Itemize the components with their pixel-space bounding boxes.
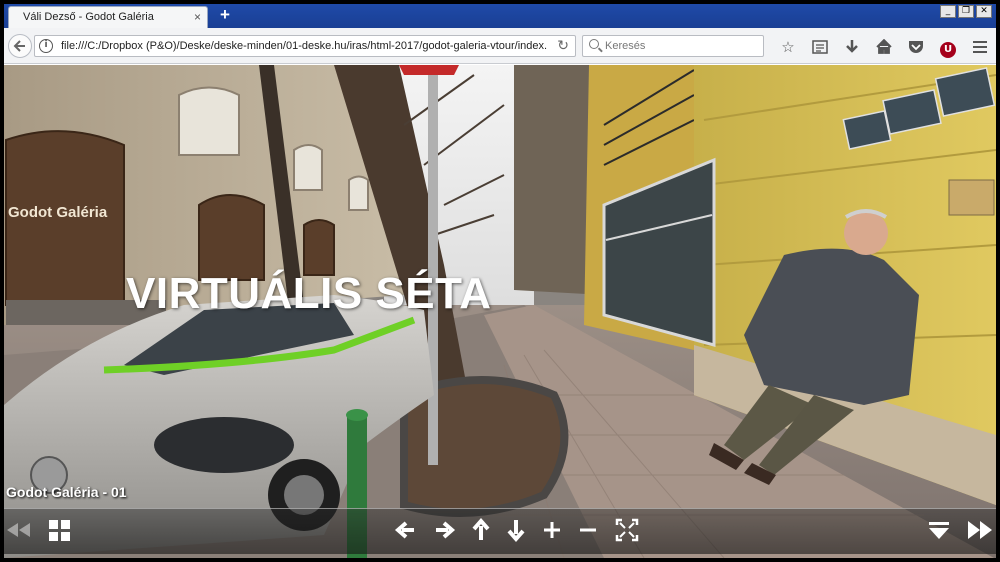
fullscreen-icon[interactable] bbox=[614, 515, 640, 545]
previous-scene-icon[interactable] bbox=[4, 515, 34, 545]
window-controls: _ ❐ ✕ bbox=[940, 5, 992, 18]
back-arrow-icon bbox=[13, 40, 25, 52]
tour-control-bar bbox=[4, 508, 996, 554]
search-input[interactable] bbox=[605, 38, 755, 54]
next-scene-icon[interactable] bbox=[964, 515, 996, 545]
search-bar[interactable] bbox=[582, 35, 764, 57]
zoom-out-icon[interactable] bbox=[576, 515, 600, 545]
pan-right-icon[interactable] bbox=[432, 515, 456, 545]
zoom-in-icon[interactable] bbox=[540, 515, 564, 545]
reload-icon[interactable]: ↻ bbox=[557, 38, 569, 54]
restore-button[interactable]: ❐ bbox=[958, 5, 974, 18]
tab-bar: Váli Dezső - Godot Galéria × + _ ❐ ✕ bbox=[4, 4, 996, 28]
close-window-button[interactable]: ✕ bbox=[976, 5, 992, 18]
pan-down-icon[interactable] bbox=[504, 515, 528, 545]
close-icon[interactable]: × bbox=[194, 10, 201, 24]
ublock-icon[interactable]: U bbox=[932, 36, 964, 58]
new-tab-button[interactable]: + bbox=[214, 5, 236, 25]
url-bar[interactable]: i file:///C:/Dropbox (P&O)/Deske/deske-m… bbox=[34, 35, 576, 57]
info-icon[interactable]: i bbox=[39, 39, 53, 53]
browser-window: Váli Dezső - Godot Galéria × + _ ❐ ✕ i f… bbox=[4, 4, 996, 558]
pocket-icon[interactable] bbox=[900, 36, 932, 58]
back-button[interactable] bbox=[8, 34, 32, 58]
navigation-bar: i file:///C:/Dropbox (P&O)/Deske/deske-m… bbox=[4, 28, 996, 64]
search-icon bbox=[589, 39, 599, 49]
menu-icon[interactable] bbox=[964, 36, 996, 58]
tab-title: Váli Dezső - Godot Galéria bbox=[23, 11, 154, 23]
tab-godot-galeria[interactable]: Váli Dezső - Godot Galéria × bbox=[8, 6, 208, 28]
pan-left-icon[interactable] bbox=[394, 515, 418, 545]
toolbar-icons: ☆ U bbox=[772, 36, 996, 58]
reading-list-icon[interactable] bbox=[804, 36, 836, 58]
thumbnails-icon[interactable] bbox=[47, 515, 73, 545]
url-text[interactable]: file:///C:/Dropbox (P&O)/Deske/deske-min… bbox=[61, 40, 547, 52]
storefront-sign: Godot Galéria bbox=[8, 204, 108, 221]
hide-controls-icon[interactable] bbox=[926, 515, 952, 545]
star-icon[interactable]: ☆ bbox=[772, 36, 804, 58]
download-icon[interactable] bbox=[836, 36, 868, 58]
overlay-title: VIRTUÁLIS SÉTA bbox=[126, 269, 492, 318]
scene-name: Godot Galéria - 01 bbox=[6, 484, 127, 500]
panorama-viewport[interactable]: Godot Galéria VIRTUÁLIS SÉTA Godot Galér… bbox=[4, 65, 996, 558]
pan-up-icon[interactable] bbox=[469, 515, 493, 545]
minimize-button[interactable]: _ bbox=[940, 5, 956, 18]
home-icon[interactable] bbox=[868, 36, 900, 58]
